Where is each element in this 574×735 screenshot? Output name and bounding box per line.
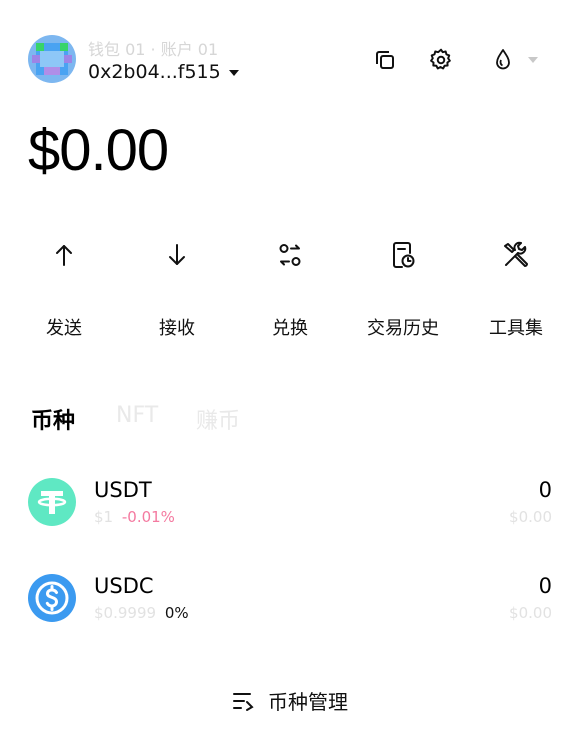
avatar[interactable] [28,35,76,83]
manage-tokens-label: 币种管理 [268,690,348,714]
network-drop-icon[interactable] [490,47,516,73]
token-price: $0.9999 0% [94,604,189,622]
token-row-usdc[interactable] [0,566,574,630]
token-price-change: -0.01% [121,508,175,526]
usdt-icon [28,478,76,526]
swap-button[interactable]: 兑换 [240,240,340,340]
token-price-change: 0% [164,604,189,622]
manage-tokens-button[interactable]: 币种管理 [232,686,348,715]
chevron-down-icon [228,70,239,76]
send-label: 发送 [46,318,82,339]
receive-button[interactable]: 接收 [127,240,227,340]
token-symbol: USDT [94,478,152,502]
tools-label: 工具集 [489,318,543,339]
token-amount: 0 [538,574,552,598]
arrow-down-icon [169,244,185,265]
send-button[interactable]: 发送 [14,240,114,340]
history-button[interactable]: 交易历史 [353,240,453,340]
token-row-usdt[interactable] [0,470,574,534]
tab-earn[interactable]: 赚币 [196,403,240,435]
tab-tokens[interactable]: 币种 [31,403,75,435]
token-price: $1 -0.01% [94,508,175,526]
address-selector[interactable]: 0x2b04...f515 [88,61,239,83]
arrow-up-icon [56,245,72,266]
token-fiat-value: $0.00 [509,604,552,622]
token-amount: 0 [538,478,552,502]
swap-label: 兑换 [272,318,308,339]
usdc-icon [28,574,76,622]
wallet-address: 0x2b04...f515 [88,61,221,83]
history-icon [393,242,415,268]
history-label: 交易历史 [367,318,439,339]
swap-icon [279,244,301,266]
receive-label: 接收 [159,318,195,339]
copy-icon[interactable] [372,47,398,73]
tools-button[interactable]: 工具集 [466,240,566,340]
token-fiat-value: $0.00 [509,508,552,526]
tab-nft[interactable]: NFT [116,403,158,428]
gear-icon[interactable] [428,47,454,73]
list-manage-icon [233,692,254,711]
token-price-value: $0.9999 [94,604,157,622]
wallet-account-label: 钱包 01 · 账户 01 [88,40,219,59]
token-symbol: USDC [94,574,154,598]
token-price-value: $1 [94,508,114,526]
tools-icon [504,241,528,267]
network-chevron-down-icon[interactable] [528,57,538,63]
total-balance: $0.00 [28,118,169,183]
